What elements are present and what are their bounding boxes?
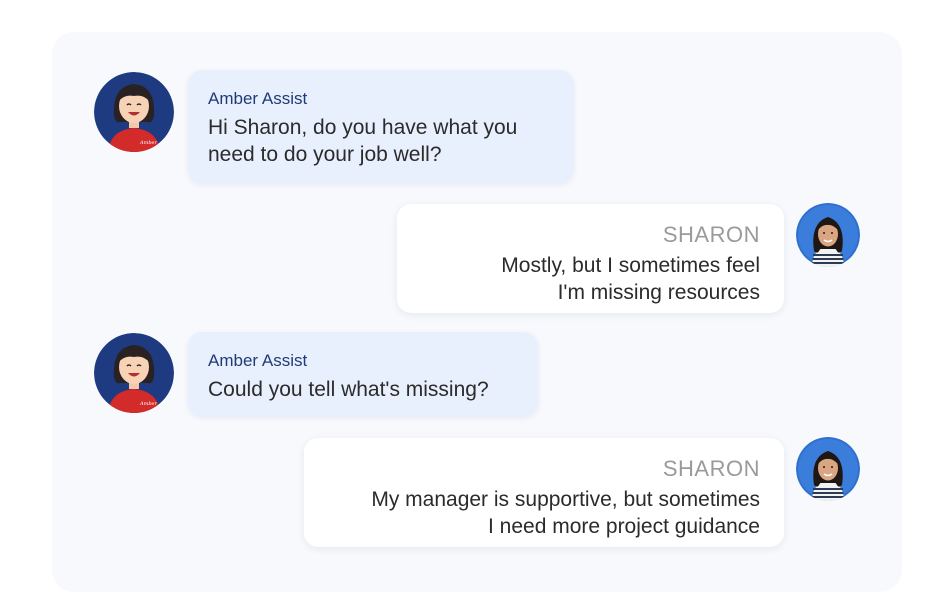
sender-name: SHARON (662, 222, 760, 247)
sharon-avatar-icon (796, 203, 860, 267)
message-text: My manager is supportive, but sometimes … (371, 488, 760, 538)
amber-shirt-logo: Amber (139, 140, 158, 146)
message-text: Mostly, but I sometimes feel I'm missing… (501, 254, 760, 304)
amber-avatar-icon: Amber (94, 72, 174, 152)
message-text: Hi Sharon, do you have what you need to … (208, 116, 518, 166)
bot-message-bubble: Amber Assist Hi Sharon, do you have what… (188, 70, 574, 183)
sender-name: Amber Assist (208, 89, 308, 108)
message-text: Could you tell what's missing? (208, 378, 489, 401)
bot-message-bubble: Amber Assist Could you tell what's missi… (188, 332, 538, 416)
sender-name: Amber Assist (208, 351, 308, 370)
user-message-bubble: SHARON Mostly, but I sometimes feel I'm … (397, 204, 784, 313)
user-message-bubble: SHARON My manager is supportive, but som… (304, 438, 784, 547)
sharon-avatar-icon (796, 437, 860, 501)
amber-shirt-logo: Amber (139, 401, 158, 407)
sender-name: SHARON (662, 456, 760, 481)
amber-avatar-icon: Amber (94, 333, 174, 413)
